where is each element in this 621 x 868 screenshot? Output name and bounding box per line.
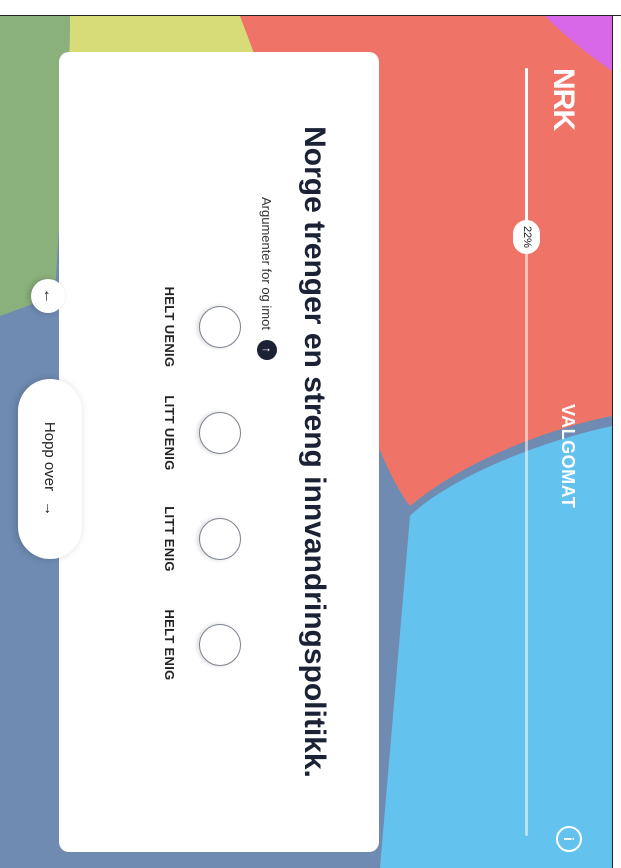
- radio-circle[interactable]: [199, 412, 241, 454]
- back-button[interactable]: ←: [31, 279, 65, 313]
- option-label: HELT ENIG: [162, 609, 177, 681]
- right-border: [612, 15, 613, 868]
- app-window: NRK VALGOMAT i 22% Norge trenger en stre…: [0, 0, 621, 868]
- radio-circle[interactable]: [199, 306, 241, 348]
- nrk-logo[interactable]: NRK: [546, 68, 580, 130]
- app-title: VALGOMAT: [558, 404, 578, 509]
- question-title: Norge trenger en streng innvandringspoli…: [298, 126, 331, 778]
- progress-bar: 22%: [513, 68, 540, 836]
- info-icon[interactable]: i: [556, 826, 582, 852]
- arrow-icon: ↑: [257, 339, 277, 360]
- question-card: Norge trenger en streng innvandringspoli…: [59, 52, 379, 852]
- radio-circle[interactable]: [199, 518, 241, 560]
- rotated-stage: NRK VALGOMAT i 22% Norge trenger en stre…: [0, 16, 612, 868]
- arguments-label: Argumenter for og imot: [259, 197, 275, 330]
- option-label: HELT UENIG: [162, 286, 177, 368]
- skip-button[interactable]: Hopp over →: [18, 379, 82, 559]
- option-litt-enig[interactable]: LITT ENIG: [162, 489, 241, 589]
- arguments-link[interactable]: Argumenter for og imot ↑: [257, 197, 277, 360]
- radio-circle[interactable]: [199, 624, 241, 666]
- option-litt-uenig[interactable]: LITT UENIG: [162, 383, 241, 483]
- option-label: LITT ENIG: [162, 506, 177, 572]
- progress-indicator: 22%: [513, 219, 540, 254]
- option-helt-enig[interactable]: HELT ENIG: [162, 595, 241, 695]
- skip-label: Hopp over: [41, 421, 59, 492]
- back-arrow-icon: ←: [40, 288, 57, 304]
- option-helt-uenig[interactable]: HELT UENIG: [162, 277, 241, 377]
- option-label: LITT UENIG: [162, 395, 177, 471]
- progress-fill: [525, 68, 528, 237]
- forward-arrow-icon: →: [41, 501, 59, 517]
